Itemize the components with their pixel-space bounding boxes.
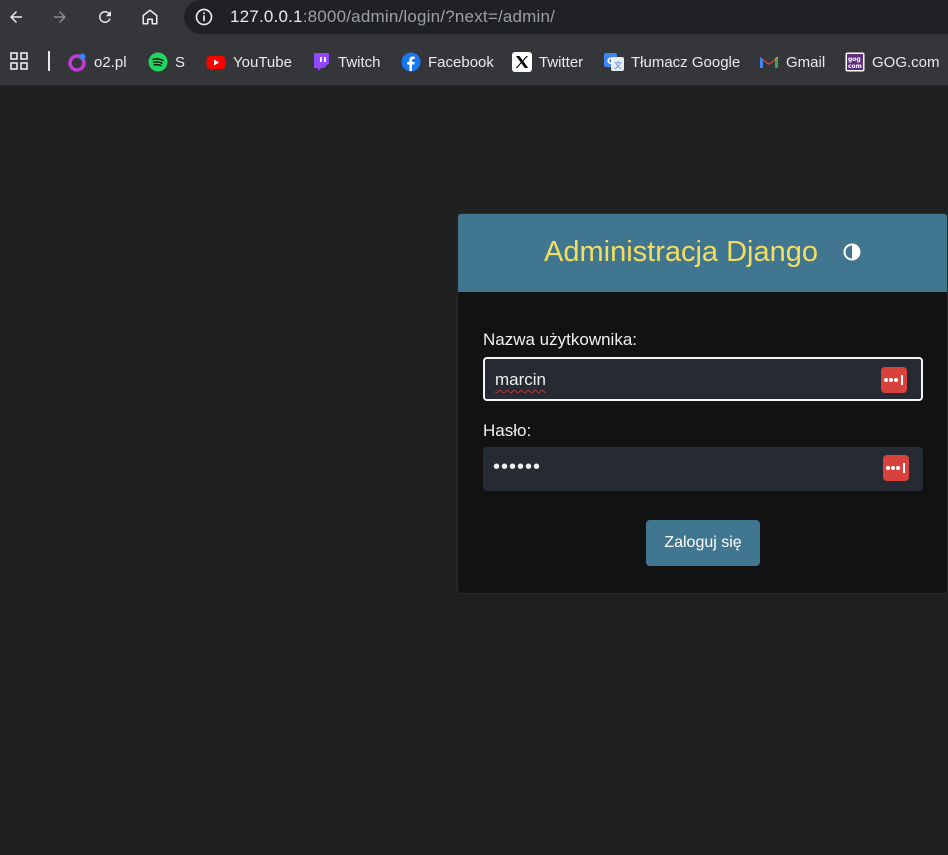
login-card: Administracja Django Nazwa użytkownika: … [457,213,948,594]
lastpass-icon[interactable] [881,367,907,393]
username-input[interactable]: marcin [483,357,923,401]
bookmark-o2[interactable]: o2.pl [67,51,127,73]
bookmark-label: S [175,53,186,71]
info-icon[interactable] [194,7,214,27]
twitch-icon [311,52,331,72]
back-button[interactable] [0,2,32,32]
site-title[interactable]: Administracja Django [544,236,818,269]
forward-icon [54,11,66,23]
reload-icon [98,10,111,23]
reload-button[interactable] [89,2,121,32]
bookmark-gog[interactable]: gog com GOG.com [845,51,940,73]
apps-grid-icon[interactable] [10,52,28,70]
youtube-icon [206,52,226,72]
login-submit-button[interactable]: Zaloguj się [646,520,760,566]
svg-text:com: com [848,63,862,70]
bookmark-label: Twitch [338,53,381,71]
browser-toolbar: 127.0.0.1:8000/admin/login/?next=/admin/ [0,0,948,36]
home-icon [142,9,158,25]
spotify-icon [148,52,168,72]
url-text: 127.0.0.1:8000/admin/login/?next=/admin/ [230,7,555,27]
bookmark-twitter[interactable]: Twitter [512,51,583,73]
password-label: Hasło: [483,421,532,440]
bookmark-label: o2.pl [94,53,127,71]
password-input[interactable]: •••••• [483,447,923,491]
address-bar[interactable]: 127.0.0.1:8000/admin/login/?next=/admin/ [184,0,948,34]
back-icon [10,11,22,23]
bookmark-label: YouTube [233,53,292,71]
twitter-x-icon [512,52,532,72]
bookmarks-separator [48,51,50,71]
url-host: 127.0.0.1 [230,7,303,26]
bookmark-label: Twitter [539,53,584,71]
bookmark-facebook[interactable]: Facebook [401,51,494,73]
bookmark-google-translate[interactable]: G文 Tłumacz Google [604,51,740,73]
username-value: marcin [495,370,547,389]
bookmark-youtube[interactable]: YouTube [206,51,292,73]
bookmark-label: Tłumacz Google [631,53,741,71]
bookmark-label: Gmail [786,53,826,71]
svg-text:gog: gog [848,56,861,63]
lastpass-icon[interactable] [883,455,909,481]
login-header: Administracja Django [458,214,947,292]
google-translate-icon: G文 [604,52,624,72]
username-label: Nazwa użytkownika: [483,330,638,349]
gmail-icon [759,52,779,72]
gog-icon: gog com [845,52,865,72]
o2-icon [67,52,87,72]
svg-text:文: 文 [614,60,622,70]
bookmark-label: GOG.com [872,53,940,71]
bookmark-gmail[interactable]: Gmail [759,51,825,73]
theme-toggle-icon[interactable] [842,242,862,262]
bookmark-twitch[interactable]: Twitch [311,51,381,73]
home-button[interactable] [134,2,166,32]
password-value: •••••• [493,456,542,478]
forward-button[interactable] [44,2,76,32]
url-path: :8000/admin/login/?next=/admin/ [302,7,556,26]
facebook-icon [401,52,421,72]
bookmarks-bar: o2.pl S YouTube Twitch Facebook Twitter … [0,36,948,86]
bookmark-spotify[interactable]: S [148,51,185,73]
bookmark-label: Facebook [428,53,494,71]
